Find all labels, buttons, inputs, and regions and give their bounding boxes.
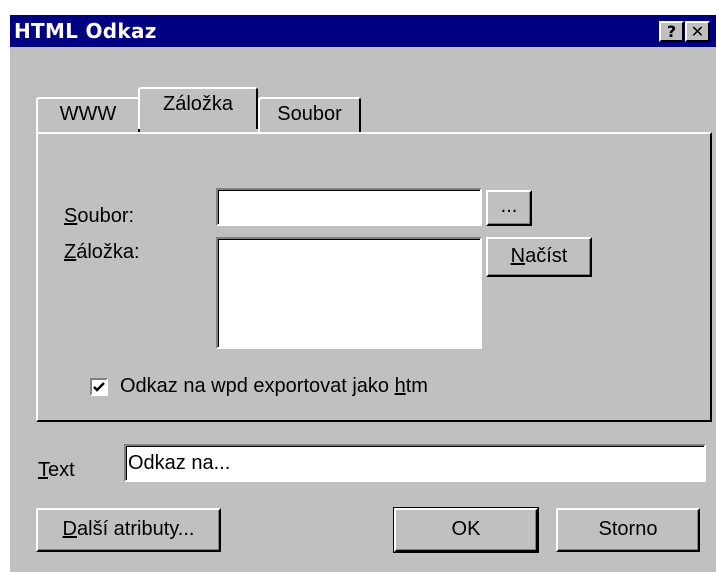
- soubor-label: Soubor:: [64, 205, 135, 227]
- load-button[interactable]: Načíst: [486, 237, 592, 277]
- tab-zalozka[interactable]: Záložka: [138, 87, 258, 129]
- tab-label: Záložka: [162, 93, 234, 115]
- title-bar[interactable]: HTML Odkaz ? ✕: [10, 15, 716, 47]
- window-title: HTML Odkaz: [14, 19, 157, 43]
- help-icon: ?: [666, 22, 677, 41]
- tab-soubor[interactable]: Soubor: [258, 97, 361, 133]
- tab-label: WWW: [59, 103, 117, 125]
- checkmark-icon: [93, 382, 105, 392]
- text-label: Text: [38, 459, 75, 481]
- tab-label: Soubor: [277, 103, 342, 125]
- browse-button[interactable]: ...: [486, 190, 532, 226]
- zalozka-label: Záložka:: [64, 241, 140, 263]
- dialog-window: HTML Odkaz ? ✕ WWW Záložka Soubor Soubor…: [8, 13, 716, 572]
- close-icon: ✕: [690, 22, 705, 41]
- text-input-value: Odkaz na...: [128, 452, 231, 474]
- cancel-label: Storno: [598, 518, 658, 540]
- ok-label: OK: [451, 518, 481, 540]
- export-label[interactable]: Odkaz na wpd exportovat jako htm: [120, 374, 428, 398]
- close-button[interactable]: ✕: [685, 21, 710, 42]
- zalozka-listbox[interactable]: [216, 237, 482, 349]
- soubor-input[interactable]: [216, 188, 482, 226]
- tab-panel: Soubor: ... Záložka: Načíst Odkaz na wpd…: [36, 132, 712, 422]
- export-checkbox[interactable]: [90, 378, 108, 396]
- text-input[interactable]: Odkaz na...: [124, 444, 706, 482]
- help-button[interactable]: ?: [659, 21, 684, 42]
- tab-www[interactable]: WWW: [36, 97, 140, 133]
- cancel-button[interactable]: Storno: [556, 508, 700, 552]
- more-attributes-button[interactable]: Další atributy...: [36, 508, 221, 552]
- ok-button[interactable]: OK: [393, 507, 539, 553]
- browse-label: ...: [500, 195, 518, 217]
